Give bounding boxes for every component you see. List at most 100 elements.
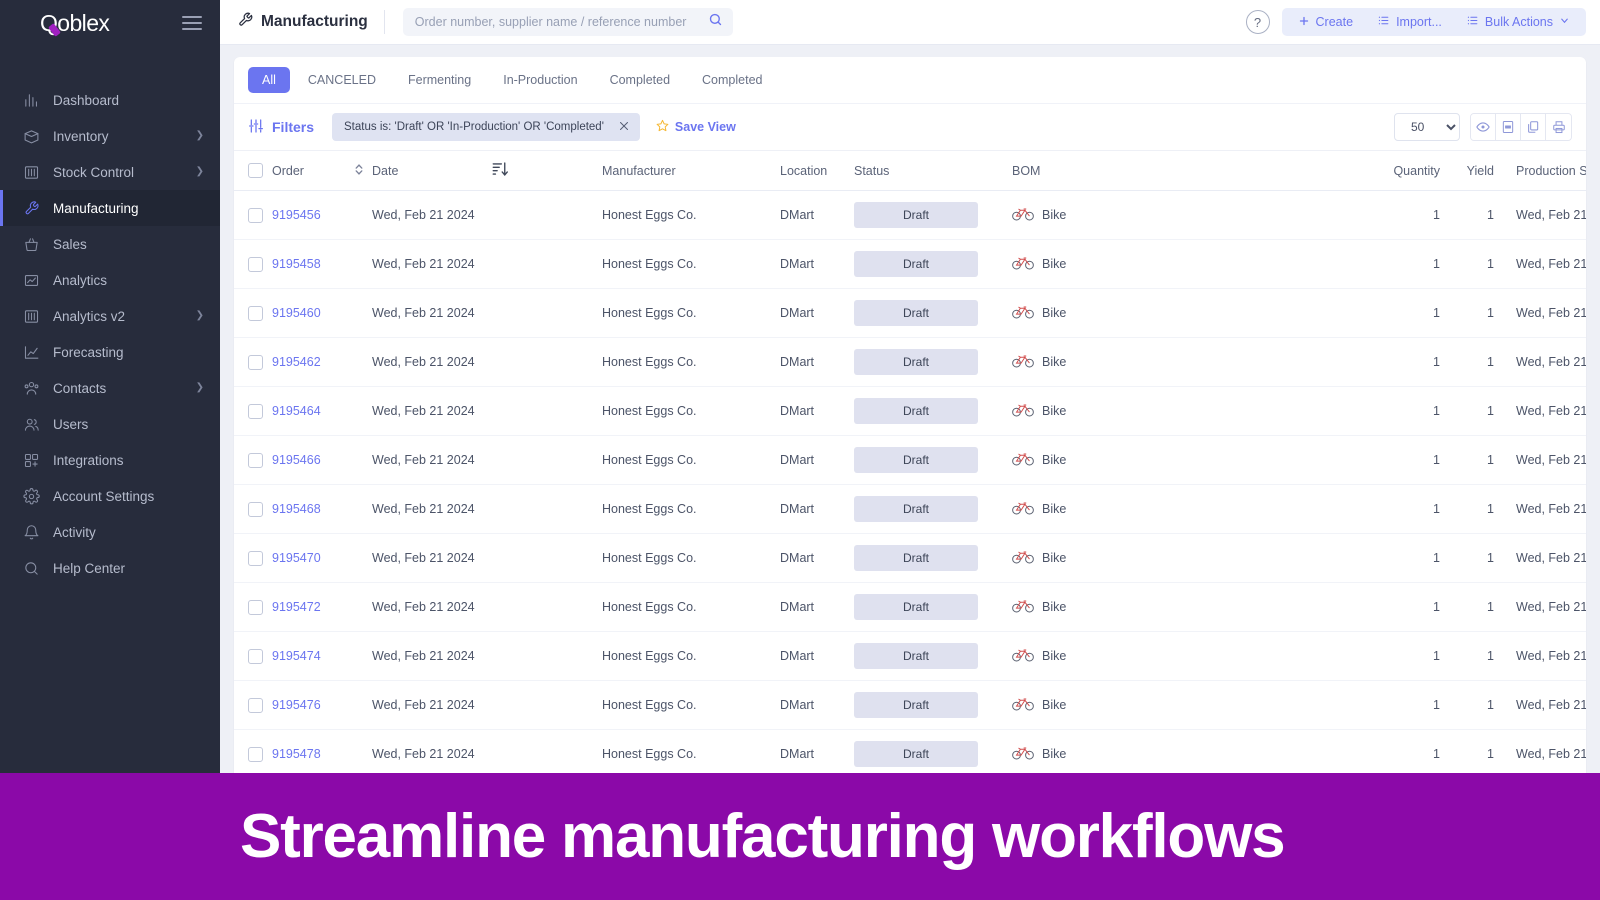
sidebar-item-dashboard[interactable]: Dashboard: [0, 82, 220, 118]
sidebar-item-users[interactable]: Users: [0, 406, 220, 442]
row-checkbox[interactable]: [248, 305, 263, 321]
row-checkbox[interactable]: [248, 354, 263, 370]
column-header-status[interactable]: Status: [854, 151, 1012, 191]
cell-location: DMart: [780, 582, 854, 632]
eye-icon[interactable]: [1471, 114, 1496, 140]
column-header-manufacturer[interactable]: Manufacturer: [602, 151, 780, 191]
order-link[interactable]: 9195468: [272, 502, 321, 516]
search-input[interactable]: [414, 15, 708, 29]
app-logo[interactable]: Qoblex: [40, 10, 110, 37]
sidebar-item-account-settings[interactable]: Account Settings: [0, 478, 220, 514]
order-link[interactable]: 9195460: [272, 306, 321, 320]
filter-chip[interactable]: Status is: 'Draft' OR 'In-Production' OR…: [332, 113, 640, 141]
table-row[interactable]: 9195468 Wed, Feb 21 2024 Honest Eggs Co. DM…: [234, 484, 1586, 534]
row-checkbox[interactable]: [248, 550, 263, 566]
order-link[interactable]: 9195464: [272, 404, 321, 418]
order-link[interactable]: 9195456: [272, 208, 321, 222]
order-link[interactable]: 9195472: [272, 600, 321, 614]
order-link[interactable]: 9195462: [272, 355, 321, 369]
cell-production-start: Wed, Feb 21 2024: [1494, 582, 1586, 632]
table-row[interactable]: 9195458 Wed, Feb 21 2024 Honest Eggs Co. DM…: [234, 239, 1586, 289]
table-row[interactable]: 9195466 Wed, Feb 21 2024 Honest Eggs Co. DM…: [234, 435, 1586, 485]
close-icon[interactable]: [618, 120, 630, 134]
table-row[interactable]: 9195476 Wed, Feb 21 2024 Honest Eggs Co. DM…: [234, 680, 1586, 730]
sort-updown-icon[interactable]: [354, 151, 372, 191]
xls-icon[interactable]: [1496, 114, 1521, 140]
cell-production-start: Wed, Feb 21 2024: [1494, 729, 1586, 779]
sidebar-item-analytics-v2[interactable]: Analytics v2 ❯: [0, 298, 220, 334]
tab-completed-5[interactable]: Completed: [688, 67, 776, 93]
sort-descending-icon[interactable]: [492, 151, 602, 191]
table-row[interactable]: 9195478 Wed, Feb 21 2024 Honest Eggs Co. DM…: [234, 729, 1586, 779]
search-box[interactable]: [402, 8, 733, 36]
sidebar-item-integrations[interactable]: Integrations: [0, 442, 220, 478]
row-checkbox[interactable]: [248, 599, 263, 615]
table-row[interactable]: 9195464 Wed, Feb 21 2024 Honest Eggs Co. DM…: [234, 386, 1586, 436]
row-checkbox[interactable]: [248, 256, 263, 272]
cell-order: 9195462: [272, 337, 354, 387]
row-checkbox[interactable]: [248, 746, 263, 762]
column-header-production-start[interactable]: Production Start: [1494, 151, 1586, 191]
table-row[interactable]: 9195460 Wed, Feb 21 2024 Honest Eggs Co. DM…: [234, 288, 1586, 338]
tab-completed-4[interactable]: Completed: [596, 67, 684, 93]
cell-quantity: 1: [1384, 337, 1440, 387]
sidebar-item-manufacturing[interactable]: Manufacturing: [0, 190, 220, 226]
cell-location: DMart: [780, 533, 854, 583]
print-icon[interactable]: [1546, 114, 1571, 140]
sidebar-item-stock-control[interactable]: Stock Control ❯: [0, 154, 220, 190]
order-link[interactable]: 9195466: [272, 453, 321, 467]
row-checkbox[interactable]: [248, 207, 263, 223]
table-row[interactable]: 9195472 Wed, Feb 21 2024 Honest Eggs Co. DM…: [234, 582, 1586, 632]
tab-in-production-3[interactable]: In-Production: [489, 67, 591, 93]
help-icon[interactable]: ?: [1245, 10, 1270, 34]
table-row[interactable]: 9195456 Wed, Feb 21 2024 Honest Eggs Co. DM…: [234, 190, 1586, 240]
cell-order: 9195478: [272, 729, 354, 779]
row-checkbox[interactable]: [248, 501, 263, 517]
sidebar-item-activity[interactable]: Activity: [0, 514, 220, 550]
sidebar-item-help-center[interactable]: Help Center: [0, 550, 220, 586]
row-checkbox[interactable]: [248, 697, 263, 713]
orders-table: Order Date Manufacturer Location Status: [234, 151, 1586, 877]
column-header-date[interactable]: Date: [372, 151, 492, 191]
order-link[interactable]: 9195478: [272, 747, 321, 761]
page-size-select[interactable]: 102550100: [1394, 113, 1460, 141]
sidebar-item-contacts[interactable]: Contacts ❯: [0, 370, 220, 406]
row-checkbox[interactable]: [248, 648, 263, 664]
sidebar-item-sales[interactable]: Sales: [0, 226, 220, 262]
table-row[interactable]: 9195474 Wed, Feb 21 2024 Honest Eggs Co. DM…: [234, 631, 1586, 681]
save-view-button[interactable]: Save View: [656, 119, 736, 135]
column-header-location[interactable]: Location: [780, 151, 854, 191]
order-link[interactable]: 9195476: [272, 698, 321, 712]
copy-icon[interactable]: [1521, 114, 1546, 140]
order-link[interactable]: 9195458: [272, 257, 321, 271]
import-button[interactable]: Import...: [1365, 8, 1454, 36]
table-row[interactable]: 9195470 Wed, Feb 21 2024 Honest Eggs Co. DM…: [234, 533, 1586, 583]
column-header-quantity[interactable]: Quantity: [1384, 151, 1440, 191]
search-icon[interactable]: [708, 12, 723, 32]
column-header-yield[interactable]: Yield: [1440, 151, 1494, 191]
cell-production-start: Wed, Feb 21 2024: [1494, 337, 1586, 387]
bulk-actions-button[interactable]: Bulk Actions: [1454, 8, 1582, 36]
sidebar-item-inventory[interactable]: Inventory ❯: [0, 118, 220, 154]
create-button[interactable]: Create: [1286, 8, 1366, 36]
cell-yield: 1: [1440, 190, 1494, 240]
tab-all-0[interactable]: All: [248, 67, 290, 93]
cell-order: 9195466: [272, 435, 354, 485]
tab-fermenting-2[interactable]: Fermenting: [394, 67, 485, 93]
hamburger-icon[interactable]: [182, 16, 202, 30]
import-label: Import...: [1396, 15, 1442, 29]
row-checkbox[interactable]: [248, 403, 263, 419]
filters-button[interactable]: Filters: [248, 118, 314, 137]
column-header-bom[interactable]: BOM: [1012, 151, 1384, 191]
table-row[interactable]: 9195462 Wed, Feb 21 2024 Honest Eggs Co. DM…: [234, 337, 1586, 387]
cell-production-start: Wed, Feb 21 2024: [1494, 239, 1586, 289]
row-checkbox[interactable]: [248, 452, 263, 468]
order-link[interactable]: 9195470: [272, 551, 321, 565]
sidebar-item-analytics[interactable]: Analytics: [0, 262, 220, 298]
column-header-order[interactable]: Order: [272, 151, 354, 191]
select-all-checkbox[interactable]: [248, 163, 263, 178]
order-link[interactable]: 9195474: [272, 649, 321, 663]
tab-canceled-1[interactable]: CANCELED: [294, 67, 390, 93]
sidebar-item-forecasting[interactable]: Forecasting: [0, 334, 220, 370]
sidebar: Qoblex Dashboard Inventory ❯ Stock Control ❯…: [0, 0, 220, 900]
